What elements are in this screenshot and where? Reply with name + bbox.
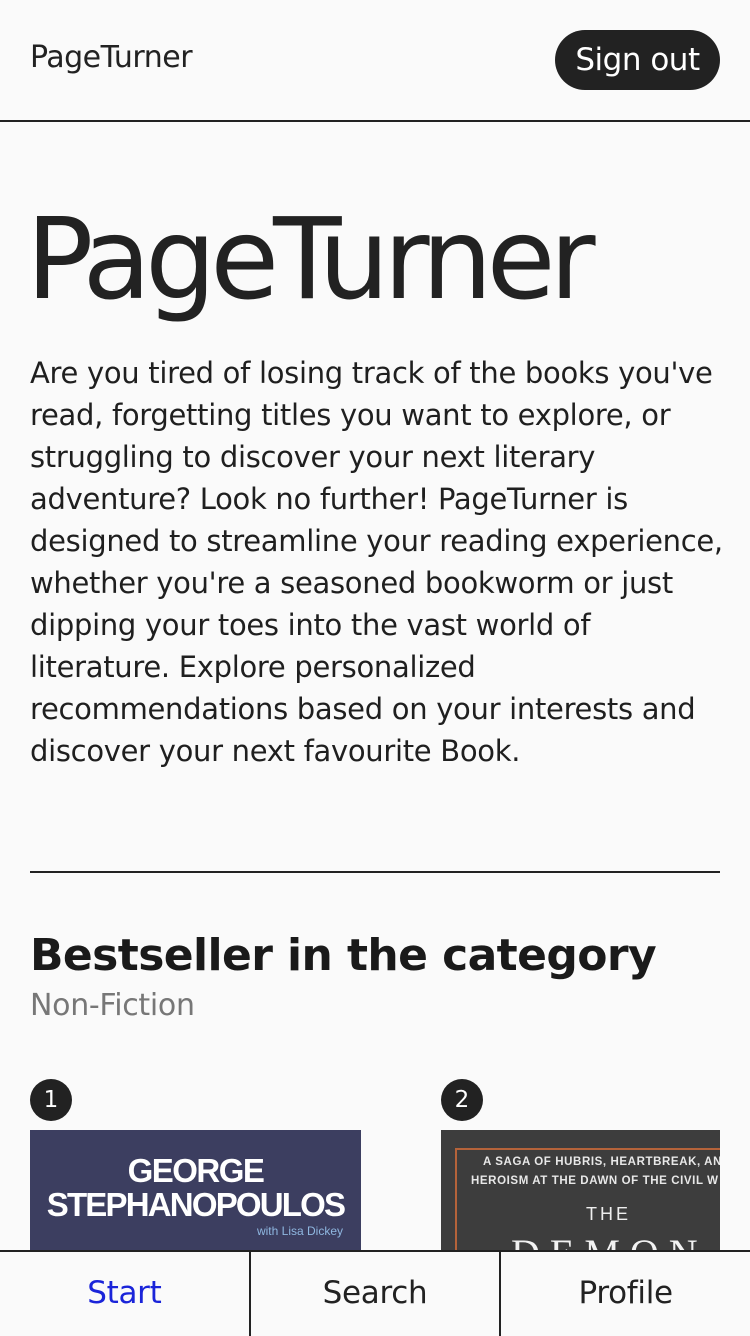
rank-badge: 2 <box>441 1079 483 1121</box>
tab-search[interactable]: Search <box>248 1252 500 1336</box>
cover-text: A SAGA OF HUBRIS, HEARTBREAK, AN <box>483 1156 720 1168</box>
bestseller-category: Non-Fiction <box>30 988 195 1023</box>
tab-start[interactable]: Start <box>0 1252 249 1336</box>
cover-text: GEORGE <box>127 1152 265 1189</box>
sign-out-button[interactable]: Sign out <box>555 30 720 90</box>
section-divider <box>30 871 720 873</box>
cover-text: HEROISM AT THE DAWN OF THE CIVIL W <box>471 1175 719 1187</box>
bestseller-title: Bestseller in the category <box>30 930 657 981</box>
brand-name[interactable]: PageTurner <box>30 40 193 75</box>
hero-title: PageTurner <box>26 195 596 325</box>
bottom-tab-bar: Start Search Profile <box>0 1250 750 1336</box>
hero-description: Are you tired of losing track of the boo… <box>30 356 723 768</box>
book-cover[interactable]: GEORGE STEPHANOPOULOS with Lisa Dickey <box>30 1130 361 1260</box>
cover-text: THE <box>586 1204 631 1224</box>
cover-text: STEPHANOPOULOS <box>46 1186 346 1223</box>
tab-profile[interactable]: Profile <box>499 1252 750 1336</box>
cover-text: with Lisa Dickey <box>256 1224 343 1238</box>
top-bar: PageTurner Sign out <box>0 0 750 122</box>
rank-badge: 1 <box>30 1079 72 1121</box>
book-cover[interactable]: A SAGA OF HUBRIS, HEARTBREAK, AN HEROISM… <box>441 1130 720 1260</box>
